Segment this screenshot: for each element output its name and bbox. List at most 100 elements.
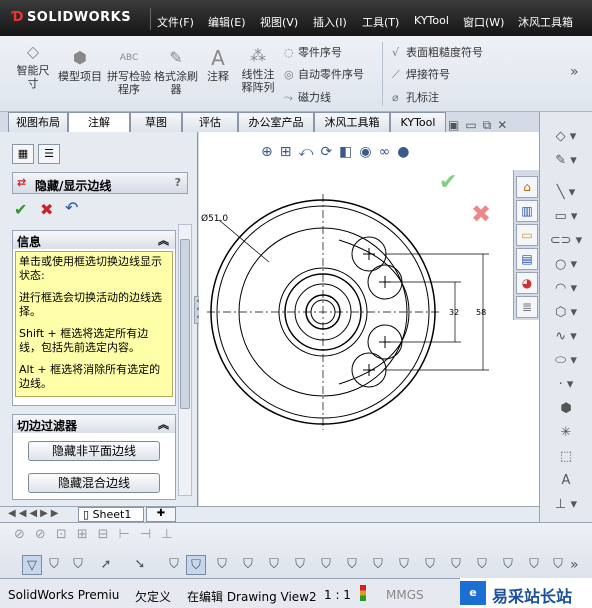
tile-icon[interactable]: ⧉: [483, 118, 498, 132]
select-arrow-icon[interactable]: ➚: [96, 555, 116, 575]
scrollbar-thumb[interactable]: [180, 239, 190, 409]
dimension-58[interactable]: 58: [476, 308, 486, 317]
magnetic-line-button[interactable]: ⤳ 磁力线: [284, 89, 331, 105]
format-painter-button[interactable]: ✎ 格式涂刷器: [154, 48, 198, 96]
auto-balloon-button[interactable]: ◎ 自动零件序号: [284, 66, 364, 82]
filter-centerlines-icon[interactable]: ⛉: [446, 555, 466, 575]
filter-surface-icon[interactable]: ⛉: [472, 555, 492, 575]
filter-section-header[interactable]: 切边过滤器 ︽: [13, 415, 175, 433]
smart-dimension-button[interactable]: ◇ 智能尺寸: [12, 42, 54, 90]
selection-filter-icon[interactable]: ▽: [22, 555, 42, 575]
block-tool-icon[interactable]: ⬚: [540, 446, 592, 468]
align-icon-3[interactable]: ⊡: [56, 527, 77, 542]
weld-symbol-button[interactable]: ⟋ 焊接符号: [392, 66, 450, 82]
spline-tool-icon[interactable]: ∿ ▾: [540, 326, 592, 348]
panel-scrollbar[interactable]: [178, 224, 192, 496]
arc-tool-icon[interactable]: ◠ ▾: [540, 278, 592, 300]
menu-edit[interactable]: 编辑(E): [208, 14, 246, 30]
filter-notes-icon[interactable]: ⛉: [238, 555, 258, 575]
tab-office-products[interactable]: 办公室产品: [238, 112, 314, 132]
align-icon-5[interactable]: ⊟: [98, 527, 119, 542]
cancel-x-icon[interactable]: ✖: [40, 200, 53, 219]
linear-note-pattern-button[interactable]: ⁂ 线性注释阵列: [237, 46, 279, 94]
spell-check-button[interactable]: ABC 拼写检验程序: [106, 48, 152, 96]
balloon-button[interactable]: ◌ 零件序号: [284, 44, 342, 60]
help-button[interactable]: ?: [175, 176, 181, 189]
tab-mufeng-toolbox[interactable]: 沐风工具箱: [314, 112, 390, 132]
centerline-tool-icon[interactable]: ⬢: [540, 398, 592, 420]
filter-more-icon[interactable]: ⛉: [548, 555, 568, 575]
feature-tree-tab[interactable]: ▦: [12, 144, 34, 164]
filter-sketch-icon[interactable]: ⛉: [498, 555, 518, 575]
filter-dimensions-icon[interactable]: ⛉: [212, 555, 232, 575]
ellipse-tool-icon[interactable]: ⬭ ▾: [540, 350, 592, 372]
close-icon[interactable]: ✕: [497, 118, 513, 132]
filter-symbols-icon[interactable]: ⛉: [290, 555, 310, 575]
drawing-canvas[interactable]: ⊕⊞⤺⟳◧◉∞● ✔ ✖ Ø51.0 32 58: [199, 132, 539, 506]
polygon-tool-icon[interactable]: ⬡ ▾: [540, 302, 592, 324]
hide-nonplanar-edges-button[interactable]: 隐藏非平面边线: [28, 441, 160, 461]
tab-evaluate[interactable]: 评估: [182, 112, 238, 132]
filter-datums-icon[interactable]: ⛉: [368, 555, 388, 575]
dimension-32[interactable]: 32: [449, 308, 459, 317]
mirror-tool-icon[interactable]: ✳: [540, 422, 592, 444]
units-status[interactable]: MMGS: [386, 588, 424, 602]
design-library-icon[interactable]: ▥: [516, 200, 538, 222]
tab-sketch[interactable]: 草图: [130, 112, 182, 132]
align-icon-7[interactable]: ⊣: [140, 527, 161, 542]
filter-edges-icon[interactable]: ⛉: [68, 555, 88, 575]
filter-holes-icon[interactable]: ⛉: [342, 555, 362, 575]
note-button[interactable]: A 注释: [202, 48, 234, 83]
info-section-header[interactable]: 信息 ︽: [13, 231, 175, 249]
filter-welds-icon[interactable]: ⛉: [316, 555, 336, 575]
tab-annotation[interactable]: 注解: [68, 112, 130, 133]
line-tool-icon[interactable]: ╲ ▾: [540, 182, 592, 204]
add-sheet-button[interactable]: ✚: [146, 507, 176, 522]
scale-status[interactable]: 1 : 1: [324, 588, 351, 602]
undo-icon[interactable]: ↶: [65, 198, 78, 217]
smart-dimension-tool-icon[interactable]: ◇ ▾: [540, 126, 592, 148]
model-items-button[interactable]: ⬢ 模型项目: [58, 48, 102, 83]
filter-active-icon[interactable]: ⛉: [186, 555, 206, 575]
ribbon-overflow-chevron-icon[interactable]: »: [570, 64, 579, 80]
circle-tool-icon[interactable]: ○ ▾: [540, 254, 592, 276]
align-icon-6[interactable]: ⊢: [119, 527, 140, 542]
relation-tool-icon[interactable]: ⊥ ▾: [540, 494, 592, 516]
rebuild-indicator-icon[interactable]: [360, 585, 366, 601]
tab-kytool[interactable]: KYTool: [390, 112, 446, 132]
view-palette-icon[interactable]: ▤: [516, 248, 538, 270]
point-tool-icon[interactable]: · ▾: [540, 374, 592, 396]
hole-callout-button[interactable]: ⌀ 孔标注: [392, 89, 439, 105]
surface-finish-button[interactable]: √ 表面粗糙度符号: [392, 44, 483, 60]
ok-check-icon[interactable]: ✔: [14, 200, 27, 219]
menu-file[interactable]: 文件(F): [157, 14, 194, 30]
select-other-icon[interactable]: ➘: [130, 555, 150, 575]
filter-faces-icon[interactable]: ⛉: [164, 555, 184, 575]
hide-blend-edges-button[interactable]: 隐藏混合边线: [28, 473, 160, 493]
menu-window[interactable]: 窗口(W): [463, 14, 504, 30]
filter-geometry-icon[interactable]: ⛉: [524, 555, 544, 575]
filter-tables-icon[interactable]: ⛉: [394, 555, 414, 575]
bottom-overflow-chevron-icon[interactable]: »: [570, 557, 579, 573]
minimize-icon[interactable]: ▭: [465, 118, 482, 132]
filter-blocks-icon[interactable]: ⛉: [420, 555, 440, 575]
property-manager-tab[interactable]: ☰: [38, 144, 60, 164]
diameter-dimension[interactable]: Ø51.0: [201, 214, 228, 224]
appearances-icon[interactable]: ◕: [516, 272, 538, 294]
home-icon[interactable]: ⌂: [516, 176, 538, 198]
sheet-nav-arrows-icon[interactable]: ◀◀◀▶▶: [8, 508, 61, 519]
filter-vertices-icon[interactable]: ⛉: [44, 555, 64, 575]
text-tool-icon[interactable]: A: [540, 470, 592, 492]
menu-tools[interactable]: 工具(T): [362, 14, 399, 30]
slot-tool-icon[interactable]: ⊂⊃ ▾: [540, 230, 592, 252]
menu-kytool[interactable]: KYTool: [414, 14, 449, 27]
tab-view-layout[interactable]: 视图布局: [8, 112, 68, 132]
filter-balloons-icon[interactable]: ⛉: [264, 555, 284, 575]
align-icon-4[interactable]: ⊞: [77, 527, 98, 542]
pencil-tool-icon[interactable]: ✎ ▾: [540, 150, 592, 172]
restore-icon[interactable]: ▣: [448, 118, 465, 132]
sheet-tab[interactable]: ▯ Sheet1: [78, 507, 144, 522]
menu-view[interactable]: 视图(V): [260, 14, 298, 30]
align-icon-2[interactable]: ⊘: [35, 527, 56, 542]
align-icon-8[interactable]: ⊥: [161, 527, 182, 542]
